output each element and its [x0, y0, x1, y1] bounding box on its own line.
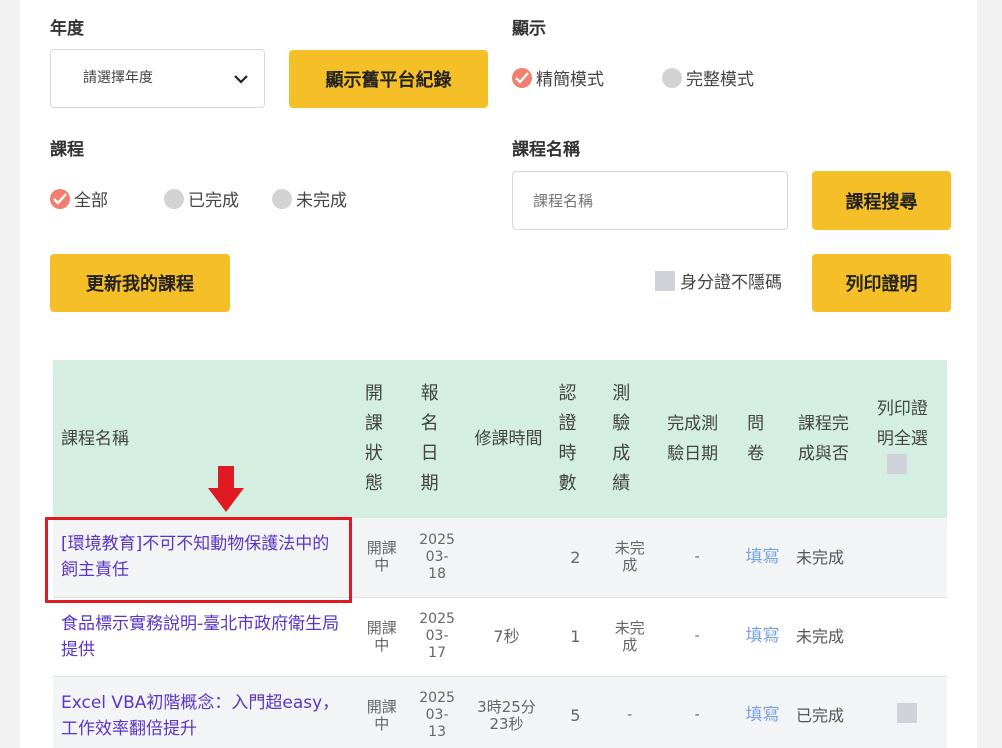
course-name-label: 課程名稱 — [512, 140, 580, 160]
radio-completed[interactable]: 已完成 — [164, 186, 239, 211]
id-unmask-checkbox[interactable]: 身分證不隱碼 — [655, 268, 782, 293]
status-cell: 開課中 — [353, 518, 410, 598]
print-select-checkbox[interactable] — [896, 703, 917, 723]
test-date-cell: - — [657, 518, 738, 598]
show-legacy-records-button[interactable]: 顯示舊平台紀錄 — [289, 50, 488, 108]
radio-icon — [662, 67, 682, 88]
checkbox-icon — [655, 270, 675, 291]
header-status: 開課狀態 — [353, 360, 410, 518]
radio-simple-mode-label: 精簡模式 — [536, 70, 604, 90]
display-label: 顯示 — [512, 19, 546, 39]
status-cell: 開課中 — [353, 676, 410, 748]
test-score-cell: 未完成 — [602, 518, 658, 598]
course-name-link[interactable]: Excel VBA初階概念：入門超easy，工作效率翻倍提升 — [53, 676, 354, 748]
radio-all[interactable]: 全部 — [50, 186, 108, 211]
print-select-cell — [866, 676, 947, 748]
completed-cell: 已完成 — [787, 676, 867, 748]
checked-radio-icon — [50, 188, 70, 209]
test-score-cell: - — [602, 676, 658, 748]
refresh-my-courses-button[interactable]: 更新我的課程 — [50, 254, 230, 312]
completed-cell: 未完成 — [787, 518, 867, 598]
year-label: 年度 — [50, 19, 84, 39]
print-certificate-button[interactable]: 列印證明 — [812, 254, 951, 312]
status-cell: 開課中 — [353, 597, 410, 677]
print-select-cell — [866, 597, 947, 677]
survey-link[interactable]: 填寫 — [737, 518, 788, 598]
header-enroll-date: 報名日期 — [409, 360, 465, 518]
year-select-value: 請選擇年度 — [83, 70, 153, 86]
header-test-score: 測驗成績 — [602, 360, 658, 518]
header-study-time: 修課時間 — [464, 360, 549, 518]
header-print-select-all: 列印證明全選 — [866, 360, 947, 518]
cert-hours-cell: 5 — [548, 676, 603, 748]
table-row: 食品標示實務說明-臺北市政府衛生局提供 開課中 2025 03- 17 7秒 1… — [53, 597, 947, 677]
radio-simple-mode[interactable]: 精簡模式 — [512, 65, 604, 90]
checked-radio-icon — [512, 67, 532, 88]
radio-incomplete-label: 未完成 — [296, 191, 347, 211]
id-unmask-label: 身分證不隱碼 — [680, 273, 782, 293]
study-time-cell: 3時25分 23秒 — [464, 676, 549, 748]
test-date-cell: - — [657, 597, 738, 677]
highlight-box — [45, 517, 352, 603]
header-completed: 課程完成與否 — [787, 360, 867, 518]
radio-icon — [164, 188, 184, 209]
cert-hours-cell: 2 — [548, 518, 603, 598]
survey-link[interactable]: 填寫 — [737, 597, 788, 677]
radio-full-mode[interactable]: 完整模式 — [662, 65, 754, 90]
header-test-date: 完成測驗日期 — [657, 360, 738, 518]
red-arrow-down-icon — [208, 466, 244, 512]
course-search-button[interactable]: 課程搜尋 — [812, 171, 951, 230]
course-name-link[interactable]: 食品標示實務說明-臺北市政府衛生局提供 — [53, 597, 354, 677]
course-panel: 年度 請選擇年度 顯示舊平台紀錄 顯示 精簡模式 完整模式 課程 全部 已完成 … — [20, 0, 977, 748]
enroll-date-cell: 2025 03- 17 — [409, 597, 465, 677]
study-time-cell — [464, 518, 549, 598]
radio-completed-label: 已完成 — [188, 191, 239, 211]
course-name-input[interactable] — [512, 171, 788, 230]
print-select-cell — [866, 518, 947, 598]
enroll-date-cell: 2025 03- 13 — [409, 676, 465, 748]
test-score-cell: 未完成 — [602, 597, 658, 677]
radio-full-mode-label: 完整模式 — [686, 70, 754, 90]
header-survey: 問卷 — [737, 360, 788, 518]
radio-incomplete[interactable]: 未完成 — [272, 186, 347, 211]
header-course-name: 課程名稱 — [53, 360, 354, 518]
select-all-checkbox[interactable] — [886, 454, 907, 474]
survey-link[interactable]: 填寫 — [737, 676, 788, 748]
enroll-date-cell: 2025 03- 18 — [409, 518, 465, 598]
study-time-cell: 7秒 — [464, 597, 549, 677]
radio-icon — [272, 188, 292, 209]
test-date-cell: - — [657, 676, 738, 748]
completed-cell: 未完成 — [787, 597, 867, 677]
course-label: 課程 — [50, 140, 84, 160]
cert-hours-cell: 1 — [548, 597, 603, 677]
header-cert-hours: 認證時數 — [548, 360, 603, 518]
radio-all-label: 全部 — [74, 191, 108, 211]
year-select[interactable]: 請選擇年度 — [50, 49, 265, 108]
chevron-down-icon — [234, 75, 248, 84]
table-row: Excel VBA初階概念：入門超easy，工作效率翻倍提升 開課中 2025 … — [53, 676, 947, 748]
table-header-row: 課程名稱 開課狀態 報名日期 修課時間 認證時數 測驗成績 完成測驗日期 問卷 … — [53, 360, 947, 518]
